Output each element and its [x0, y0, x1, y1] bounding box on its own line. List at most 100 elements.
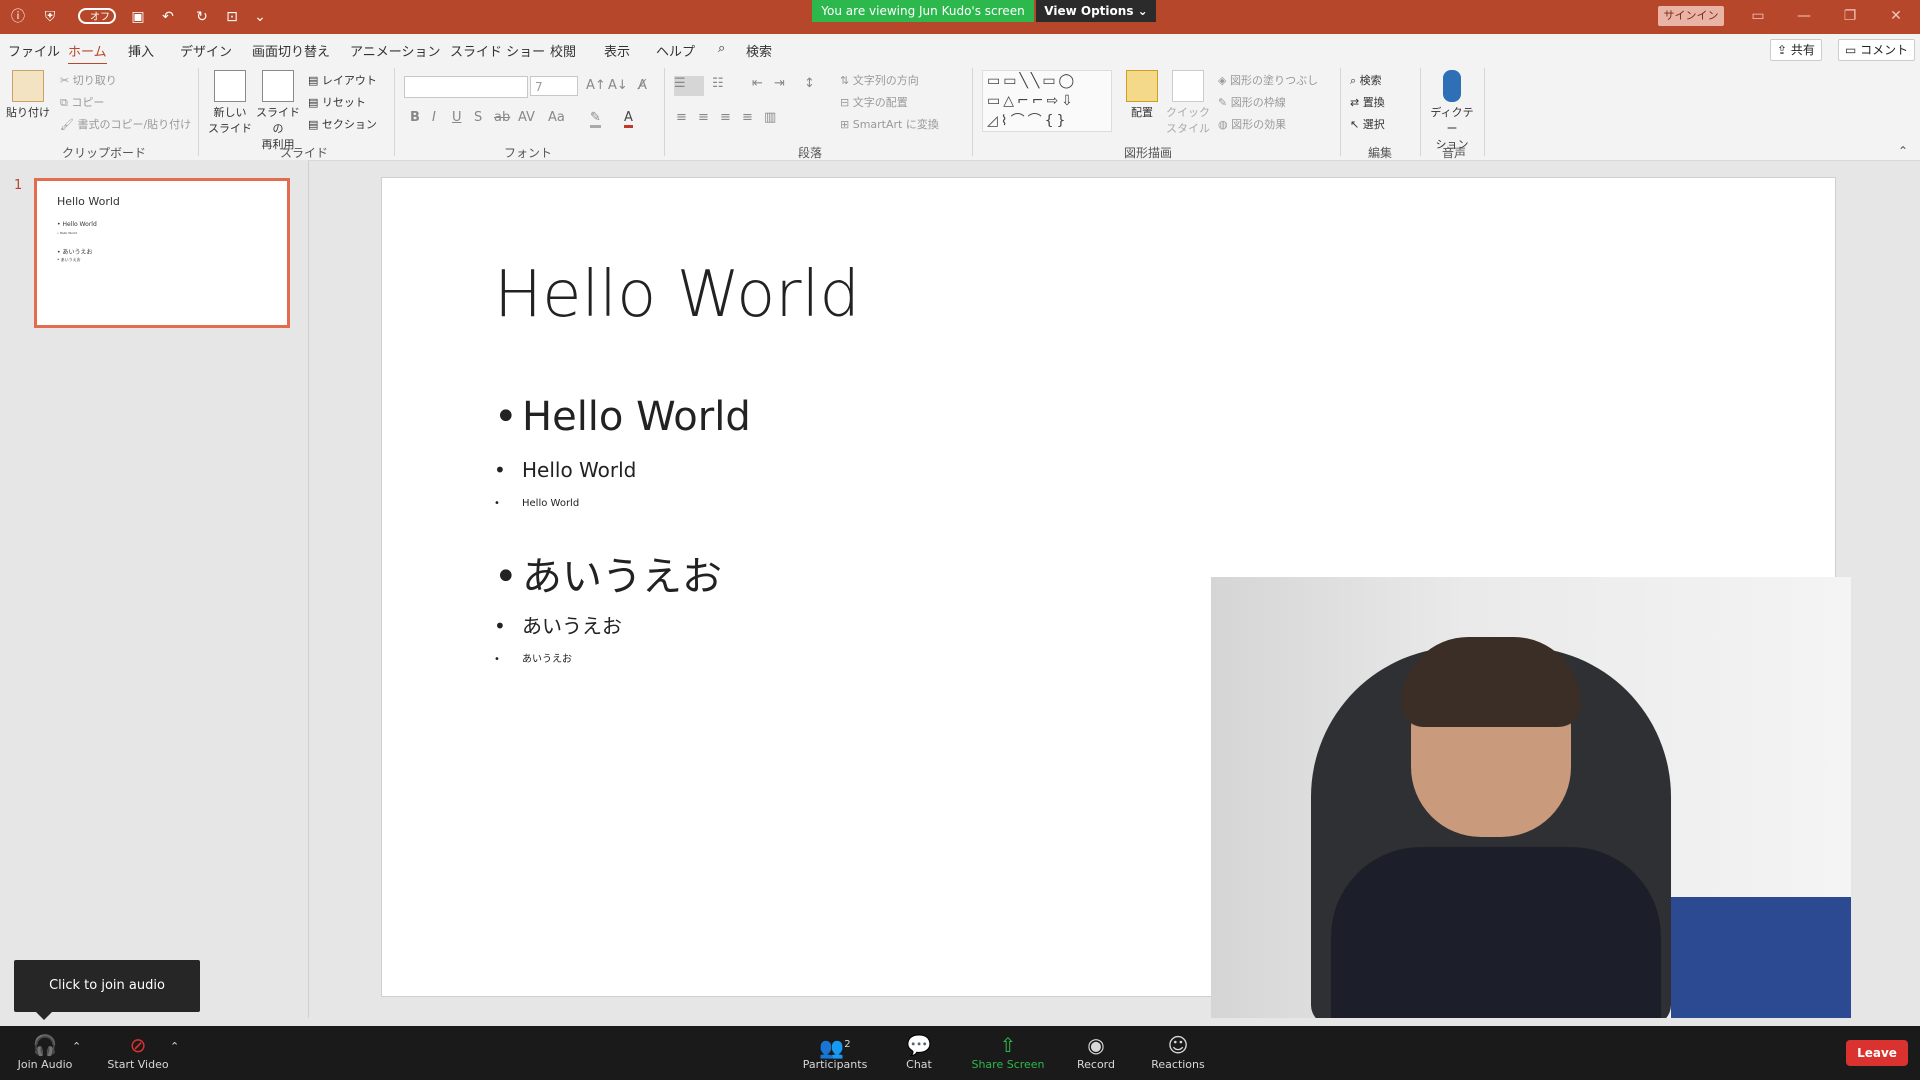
share-screen-button[interactable]: ⇧ Share Screen	[968, 1032, 1048, 1071]
numbering-icon[interactable]: ☷	[712, 76, 724, 91]
decrease-indent-icon[interactable]: ⇤	[752, 76, 763, 91]
italic-icon[interactable]: I	[432, 110, 436, 125]
collapse-ribbon-icon[interactable]: ⌃	[1898, 144, 1908, 158]
tab-insert[interactable]: 挿入	[128, 41, 154, 60]
font-size-combo[interactable]: 7	[530, 76, 578, 96]
tab-home[interactable]: ホーム	[68, 41, 107, 65]
reset-button[interactable]: ▤ リセット	[308, 94, 366, 110]
save-icon[interactable]: ▣	[128, 8, 148, 26]
shield-icon[interactable]: ⛨	[40, 8, 60, 26]
audio-options-icon[interactable]: ⌃	[72, 1040, 81, 1053]
start-video-button[interactable]: ⊘ Start Video	[104, 1032, 172, 1071]
grow-font-icon[interactable]: A↑	[586, 78, 606, 93]
align-right-icon[interactable]: ≡	[720, 110, 731, 125]
tab-animations[interactable]: アニメーション	[350, 41, 440, 60]
video-off-icon: ⊘	[129, 1033, 147, 1057]
slide-bullet[interactable]: • あいうえお	[494, 650, 572, 665]
strikethrough-icon[interactable]: ab	[494, 110, 510, 125]
arrange-button[interactable]: 配置	[1120, 70, 1164, 120]
search-icon[interactable]: ⌕	[718, 41, 725, 56]
undo-icon[interactable]: ↶	[158, 8, 178, 26]
participant-video[interactable]: AK	[1211, 577, 1851, 1025]
slide-bullet[interactable]: • Hello World	[494, 458, 636, 482]
font-color-icon[interactable]: A	[624, 110, 633, 128]
search-label[interactable]: 検索	[746, 41, 772, 60]
record-button[interactable]: ◉ Record	[1072, 1032, 1120, 1071]
present-icon[interactable]: ⊡	[222, 8, 242, 26]
participants-button[interactable]: 👥2 Participants	[800, 1032, 870, 1071]
comment-button[interactable]: ▭ コメント	[1838, 39, 1916, 61]
info-icon[interactable]: ⓘ	[8, 8, 28, 26]
shape-outline-button[interactable]: ✎ 図形の枠線	[1218, 94, 1286, 110]
chat-button[interactable]: 💬 Chat	[896, 1032, 942, 1071]
increase-indent-icon[interactable]: ⇥	[774, 76, 785, 91]
chat-label: Chat	[906, 1058, 932, 1071]
video-options-icon[interactable]: ⌃	[170, 1040, 179, 1053]
shape-effects-button[interactable]: ◍ 図形の効果	[1218, 116, 1286, 132]
align-center-icon[interactable]: ≡	[698, 110, 709, 125]
section-button[interactable]: ▤ セクション	[308, 116, 377, 132]
justify-icon[interactable]: ≡	[742, 110, 753, 125]
font-name-combo[interactable]	[404, 76, 528, 98]
columns-icon[interactable]: ▥	[764, 110, 776, 125]
copy-button[interactable]: ⧉ コピー	[60, 94, 104, 110]
smartart-button[interactable]: ⊞ SmartArt に変換	[840, 116, 939, 132]
slide-bullet[interactable]: • あいうえお	[494, 610, 622, 639]
shapes-gallery[interactable]: ▭▭╲╲▭◯ ▭△⌐⌐⇨⇩ ◿⌇⌒⌒{}	[982, 70, 1112, 132]
share-screen-label: Share Screen	[971, 1058, 1045, 1071]
new-slide-button[interactable]: 新しい スライド	[208, 70, 252, 136]
highlight-icon[interactable]: ✎	[590, 110, 601, 128]
format-painter-button[interactable]: 🖌 書式のコピー/貼り付け	[60, 116, 191, 132]
tab-slideshow[interactable]: スライド ショー	[450, 41, 545, 60]
reactions-button[interactable]: ☺ Reactions	[1148, 1032, 1208, 1071]
leave-button[interactable]: Leave	[1846, 1040, 1908, 1066]
slide-bullet[interactable]: • Hello World	[494, 498, 579, 509]
bold-icon[interactable]: B	[410, 110, 420, 125]
maximize-icon[interactable]: ❐	[1840, 6, 1860, 26]
redo-icon[interactable]: ↻	[192, 8, 212, 26]
underline-icon[interactable]: U	[452, 110, 462, 125]
autosave-toggle[interactable]: オフ	[78, 8, 116, 24]
view-options-button[interactable]: View Options ⌄	[1036, 0, 1156, 22]
align-left-icon[interactable]: ≡	[676, 110, 687, 125]
minimize-icon[interactable]: —	[1794, 6, 1814, 26]
select-button[interactable]: ↖ 選択	[1350, 116, 1385, 132]
tooltip-arrow	[36, 1012, 52, 1020]
clear-format-icon[interactable]: A̸	[638, 78, 647, 93]
ribbon-display-icon[interactable]: ▭	[1748, 6, 1768, 26]
bullets-icon[interactable]: ☰	[674, 76, 704, 96]
join-audio-tooltip[interactable]: Click to join audio	[14, 960, 200, 1012]
reuse-slide-button[interactable]: スライドの 再利用	[256, 70, 300, 152]
line-spacing-icon[interactable]: ↕	[804, 76, 815, 91]
tab-file[interactable]: ファイル	[8, 41, 60, 60]
tab-review[interactable]: 校閲	[550, 41, 576, 60]
paragraph-group-label: 段落	[798, 146, 823, 160]
share-button[interactable]: ⇪ 共有	[1770, 39, 1822, 61]
slide-bullet[interactable]: • Hello World	[494, 394, 751, 440]
tab-design[interactable]: デザイン	[180, 41, 232, 60]
shrink-font-icon[interactable]: A↓	[608, 78, 628, 93]
tab-view[interactable]: 表示	[604, 41, 630, 60]
tab-help[interactable]: ヘルプ	[656, 41, 695, 60]
text-direction-button[interactable]: ⇅ 文字列の方向	[840, 72, 919, 88]
char-spacing-icon[interactable]: AV	[518, 110, 535, 125]
paste-button[interactable]: 貼り付け	[6, 70, 50, 120]
layout-button[interactable]: ▤ レイアウト	[308, 72, 377, 88]
join-audio-button[interactable]: 🎧 Join Audio	[14, 1032, 76, 1071]
cut-button[interactable]: ✂ 切り取り	[60, 72, 117, 88]
slide-title[interactable]: Hello World	[494, 258, 860, 332]
quick-styles-button[interactable]: クイック スタイル	[1166, 70, 1210, 136]
slide-bullet[interactable]: • あいうえお	[494, 544, 722, 602]
change-case-icon[interactable]: Aa	[548, 110, 565, 125]
slide-thumbnail[interactable]: Hello World • Hello World • Hello World …	[34, 178, 290, 328]
replace-button[interactable]: ⇄ 置換	[1350, 94, 1385, 110]
tab-transitions[interactable]: 画面切り替え	[252, 41, 330, 60]
close-icon[interactable]: ✕	[1886, 6, 1906, 26]
customize-qat-icon[interactable]: ⌄	[250, 8, 270, 26]
dictate-button[interactable]: ディクテー ション	[1430, 70, 1474, 152]
shape-fill-button[interactable]: ◈ 図形の塗りつぶし	[1218, 72, 1318, 88]
signin-button[interactable]: サインイン	[1658, 6, 1724, 26]
shadow-icon[interactable]: S	[474, 110, 482, 125]
align-text-button[interactable]: ⊟ 文字の配置	[840, 94, 908, 110]
find-button[interactable]: ⌕ 検索	[1350, 72, 1382, 88]
